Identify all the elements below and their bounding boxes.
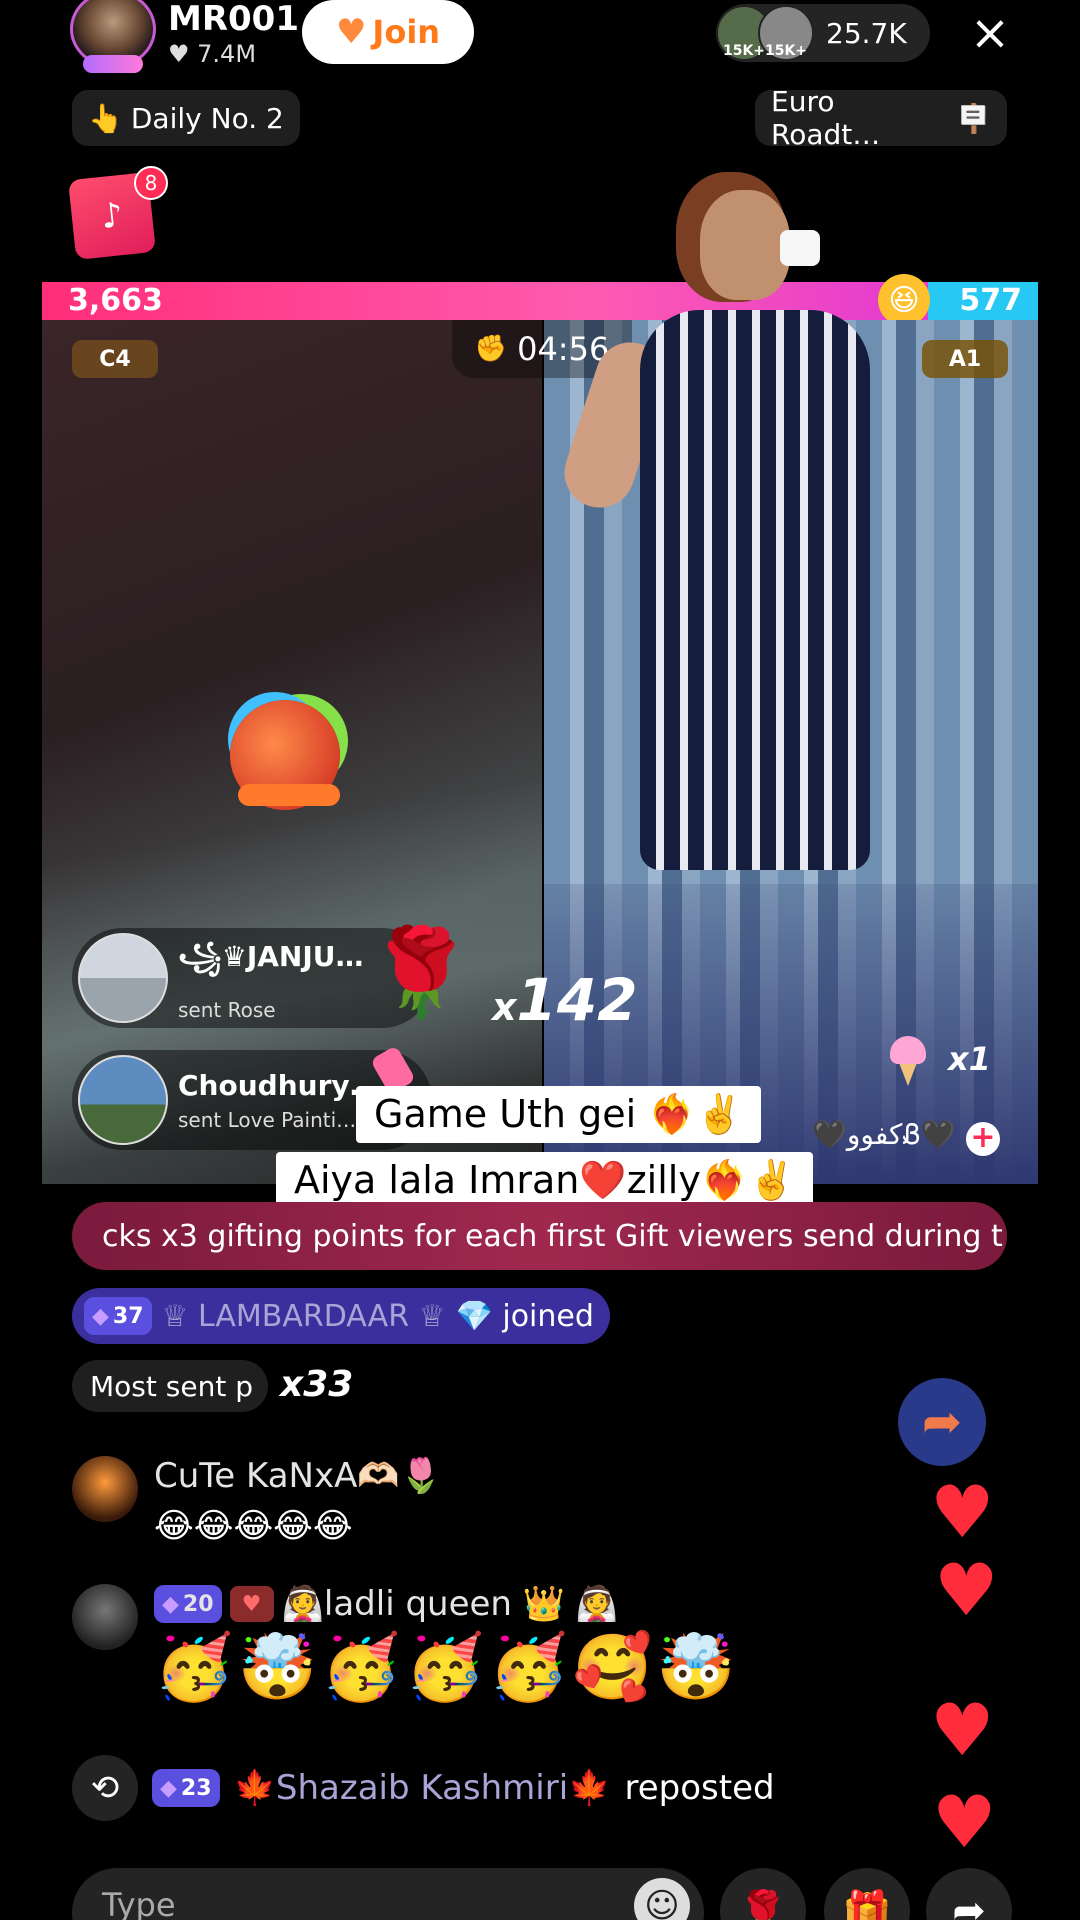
host-profile[interactable]: MR001 ♥ 7.4M (70, 0, 299, 73)
timer-value: 04:56 (517, 330, 610, 368)
close-icon[interactable]: × (965, 8, 1015, 58)
signpost-icon: 🪧 (956, 101, 991, 135)
treasure-box[interactable]: ♪ 8 (68, 166, 168, 260)
join-label: Join (372, 13, 441, 51)
commenter-name: CuTe KaNxA🫶🏻🌷 (154, 1456, 443, 1496)
heart-icon: ♥ (934, 1548, 999, 1632)
share-button[interactable]: ➦ (926, 1868, 1012, 1920)
gift-combo: x142 (492, 966, 638, 1034)
commenter-name: 👰ladli queen 👑 👰 (281, 1584, 619, 1624)
caption: Game Uth gei ❤️‍🔥✌️ (356, 1086, 761, 1143)
joined-suffix: 💎 joined (455, 1298, 594, 1334)
gift-action: sent Love Painti… (178, 1107, 357, 1132)
gift-action: sent Rose (178, 997, 276, 1022)
avatar[interactable] (78, 933, 168, 1023)
comment-input[interactable]: Type (72, 1868, 704, 1920)
right-tag: A1 (922, 340, 1008, 378)
most-sent-pill[interactable]: Most sent p (72, 1360, 268, 1412)
bottom-bar: Type ☺ 🌹 🎁 ➦ (0, 1868, 1080, 1920)
level-badge: ◆ 20 (154, 1585, 222, 1623)
joined-notice[interactable]: ◆ 37 ♕ LAMBARDAAR ♕ 💎 joined (72, 1288, 610, 1344)
avatar[interactable] (72, 1456, 138, 1522)
share-icon[interactable]: ➦ (898, 1378, 986, 1466)
diamond-icon: ◆ (92, 1303, 109, 1329)
repost-notice[interactable]: ⟲ ◆ 23 🍁Shazaib Kashmiri🍁 reposted (72, 1754, 775, 1822)
comment-text: 🥳🤯🥳🥳🥳🥰🤯 (154, 1631, 740, 1705)
euro-roadtrip-label: Euro Roadt… (771, 85, 881, 151)
daily-rank-pill[interactable]: 👆 Daily No. 2 (72, 90, 300, 146)
right-score: 577 (959, 283, 1022, 318)
ice-cream-icon (888, 1036, 928, 1086)
most-sent-count: x33 (280, 1364, 354, 1405)
gift-icon[interactable]: 🎁 (824, 1868, 910, 1920)
repost-user: 🍁Shazaib Kashmiri🍁 (233, 1768, 611, 1808)
euro-roadtrip-pill[interactable]: Euro Roadt… 🪧 (755, 85, 1007, 151)
heart-icon: ♥ (168, 40, 190, 68)
gifter-name: ꧁♛JANJU… (178, 939, 364, 973)
heart-icon: ♥ (932, 1780, 997, 1864)
gift-count: x1 (948, 1040, 991, 1078)
left-score: 3,663 (68, 283, 163, 318)
joined-user: ♕ LAMBARDAAR ♕ (161, 1298, 446, 1334)
heart-badge-icon: ♥ (229, 1586, 274, 1622)
comment-text: 😂😂😂😂😂 (154, 1506, 353, 1546)
fire-icon: 👆 (88, 101, 123, 135)
opponent-name[interactable]: 🖤كفووᏰ🖤 (812, 1118, 956, 1152)
heart-icon: ♥ (930, 1470, 995, 1554)
level-badge: ◆ 23 (152, 1769, 220, 1807)
caption: Aiya lala Imran❤️zilly❤️‍🔥✌️ (276, 1152, 814, 1209)
join-button[interactable]: ♥ Join (302, 0, 474, 64)
avatar[interactable] (72, 1584, 138, 1650)
treasure-count-badge: 8 (134, 166, 168, 200)
avatar[interactable] (78, 1055, 168, 1145)
host-avatar[interactable] (70, 0, 156, 73)
laughing-face-icon: 😆 (878, 274, 930, 326)
host-name: MR001 (168, 0, 299, 39)
diamond-icon: ◆ (160, 1775, 177, 1801)
diamond-icon: ◆ (162, 1591, 179, 1617)
daily-rank-label: Daily No. 2 (130, 101, 284, 135)
rose-icon: 🌹 (367, 923, 475, 1023)
viewer-list[interactable]: 15K+ 15K+ 25.7K (716, 4, 930, 62)
viewer-avatar[interactable]: 15K+ (758, 5, 814, 61)
boxing-gloves-icon: ✊ (474, 334, 508, 364)
promo-ticker[interactable]: cks x3 gifting points for each first Gif… (72, 1202, 1007, 1270)
repost-suffix: reposted (624, 1768, 775, 1808)
heart-plus-icon: ♥ (335, 12, 367, 52)
battle-score-bar: 3,663 😆 577 (42, 274, 1038, 326)
left-tag: C4 (72, 340, 158, 378)
repost-icon: ⟲ (72, 1755, 138, 1821)
rose-gift-button[interactable]: 🌹 (720, 1868, 806, 1920)
follow-plus-icon[interactable]: + (966, 1122, 1000, 1156)
heart-icon: ♥ (930, 1688, 995, 1772)
viewer-count: 25.7K (826, 16, 907, 50)
streamer-figure (555, 190, 880, 870)
level-badge: ◆ 37 (84, 1297, 152, 1335)
host-likes: 7.4M (197, 40, 257, 68)
gifter-name: Choudhury… (178, 1068, 378, 1102)
